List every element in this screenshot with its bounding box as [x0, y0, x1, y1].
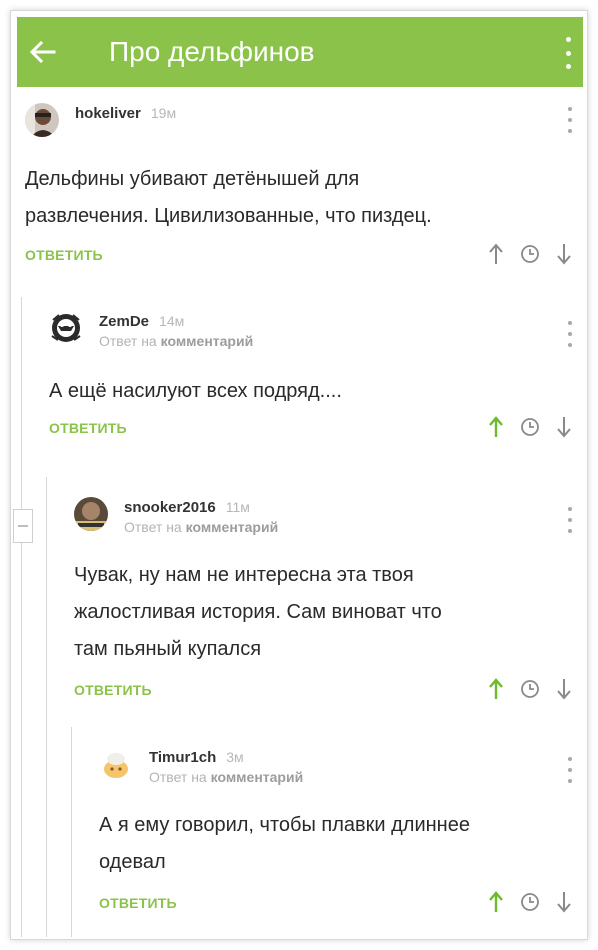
comment: Timur1ch 3м Ответ на комментарий А я ему …: [99, 743, 575, 919]
reply-to-link[interactable]: комментарий: [186, 519, 279, 535]
reply-to-label: Ответ на комментарий: [124, 519, 279, 535]
reply-to-link[interactable]: комментарий: [161, 333, 254, 349]
avatar[interactable]: [74, 497, 108, 531]
reply-to-label: Ответ на комментарий: [99, 333, 254, 349]
upvote-icon[interactable]: [485, 889, 507, 915]
reply-button[interactable]: ОТВЕТИТЬ: [74, 682, 152, 698]
reply-button[interactable]: ОТВЕТИТЬ: [49, 420, 127, 436]
author-name[interactable]: snooker2016 11м: [124, 499, 250, 516]
comment-text: А я ему говорил, чтобы плавки длиннее од…: [99, 814, 470, 873]
avatar[interactable]: [25, 103, 59, 137]
comment-menu-icon[interactable]: [565, 757, 575, 783]
clock-icon[interactable]: [519, 241, 541, 267]
reply-button[interactable]: ОТВЕТИТЬ: [25, 247, 103, 263]
upvote-icon[interactable]: [485, 414, 507, 440]
author-name[interactable]: Timur1ch 3м: [149, 749, 244, 766]
comment-text: Дельфины убивают детёнышей для развлечен…: [25, 168, 432, 227]
comment-time: 14м: [159, 313, 185, 329]
thread-line: [46, 477, 47, 937]
collapse-thread-button[interactable]: [13, 509, 33, 543]
comment-text: А ещё насилуют всех подряд....: [49, 380, 342, 402]
upvote-icon[interactable]: [485, 241, 507, 267]
comment-menu-icon[interactable]: [565, 321, 575, 347]
comment-time: 3м: [226, 749, 244, 765]
avatar[interactable]: [49, 311, 83, 345]
downvote-icon[interactable]: [553, 676, 575, 702]
thread-line: [71, 727, 72, 937]
clock-icon[interactable]: [519, 676, 541, 702]
downvote-icon[interactable]: [553, 889, 575, 915]
reply-button[interactable]: ОТВЕТИТЬ: [99, 895, 177, 911]
reply-to-label: Ответ на комментарий: [149, 769, 304, 785]
comment: snooker2016 11м Ответ на комментарий Чува…: [74, 493, 575, 706]
comment-time: 19м: [150, 105, 177, 121]
comment: hokeliver 19м Дельфины убивают детёнышей …: [25, 99, 575, 271]
author-name[interactable]: hokeliver 19м: [75, 105, 176, 122]
downvote-icon[interactable]: [553, 414, 575, 440]
more-vert-icon[interactable]: [557, 33, 579, 73]
app-bar: Про дельфинов: [17, 17, 583, 87]
avatar[interactable]: [99, 747, 133, 781]
arrow-left-icon[interactable]: [17, 17, 69, 87]
clock-icon[interactable]: [519, 414, 541, 440]
reply-to-link[interactable]: комментарий: [211, 769, 304, 785]
comment-time: 11м: [225, 499, 250, 515]
comment-menu-icon[interactable]: [565, 507, 575, 533]
comment-menu-icon[interactable]: [565, 107, 575, 133]
screen-frame: Про дельфинов hokeliver 19м Дельфины убив…: [10, 10, 588, 940]
upvote-icon[interactable]: [485, 676, 507, 702]
thread-line: [21, 297, 22, 937]
downvote-icon[interactable]: [553, 241, 575, 267]
comment-text: Чувак, ну нам не интересна эта твоя жало…: [74, 564, 442, 660]
clock-icon[interactable]: [519, 889, 541, 915]
author-name[interactable]: ZemDe 14м: [99, 313, 184, 330]
page-title: Про дельфинов: [109, 36, 315, 67]
comment: ZemDe 14м Ответ на комментарий А ещё наси…: [49, 307, 575, 444]
